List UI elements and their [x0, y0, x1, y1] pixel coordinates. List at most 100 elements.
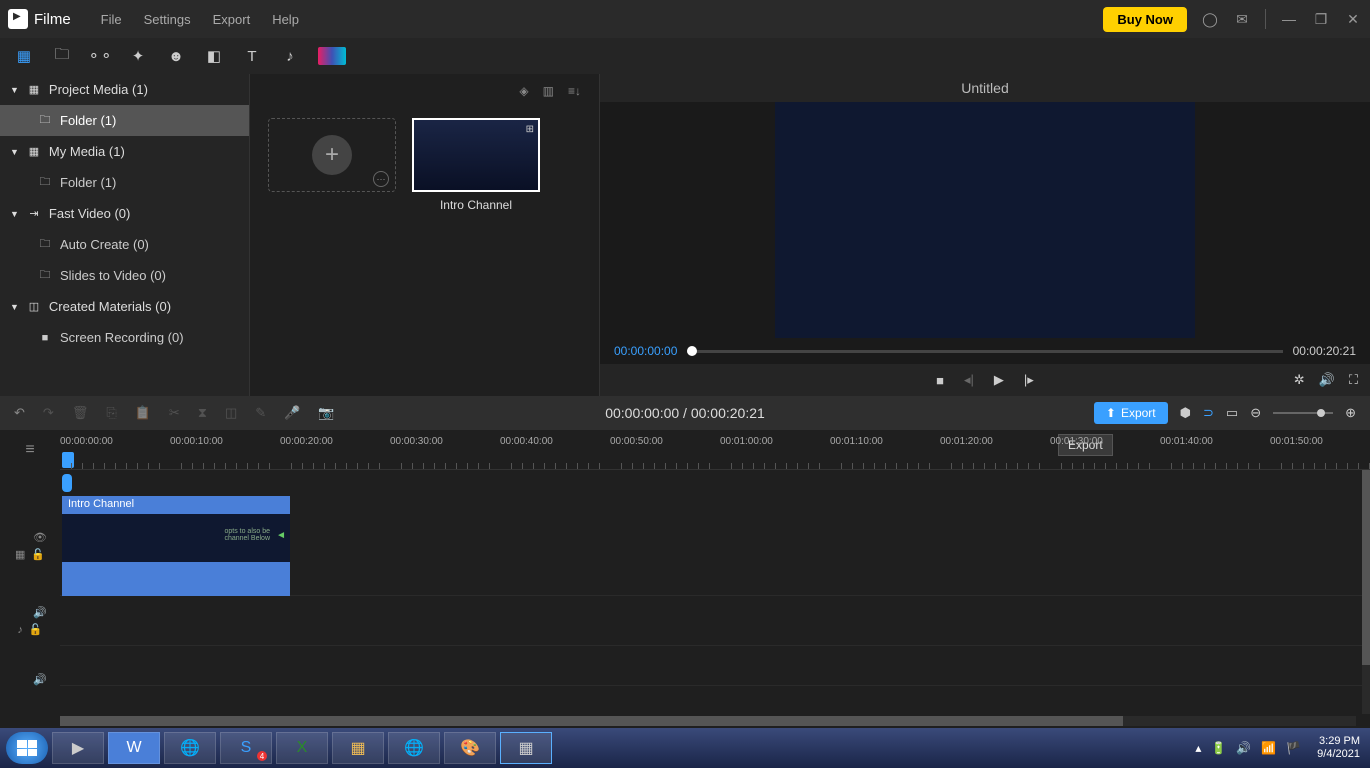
crop-icon[interactable]: ◫ [225, 405, 237, 421]
menu-file[interactable]: File [101, 12, 122, 27]
sidebar-group-my-media[interactable]: ▼▦My Media (1) [0, 136, 249, 167]
stop-icon[interactable]: ■ [936, 373, 944, 388]
task-filme[interactable]: ▦ [500, 732, 552, 764]
magnet-icon[interactable]: ⊃ [1203, 405, 1214, 421]
task-skype[interactable]: S4 [220, 732, 272, 764]
task-chrome2[interactable]: 🌐 [388, 732, 440, 764]
paste-icon[interactable]: 📋 [135, 405, 151, 421]
task-word[interactable]: W [108, 732, 160, 764]
ratio-icon[interactable]: ▭ [1226, 405, 1238, 421]
prev-frame-icon[interactable]: ◂| [964, 372, 974, 388]
webcam-icon[interactable]: 📷 [318, 405, 334, 421]
media-clip-tile[interactable]: ⊞ Intro Channel [412, 118, 540, 212]
lock-icon[interactable]: 🔓 [31, 548, 45, 561]
mic-icon[interactable]: 🎤 [284, 405, 300, 421]
zoom-out-icon[interactable]: ⊖ [1250, 405, 1261, 421]
edit-icon[interactable]: ✎ [255, 405, 266, 421]
speaker-icon[interactable]: 🔊 [33, 673, 47, 686]
audio-track-row-2[interactable] [60, 646, 1370, 686]
nodes-icon[interactable]: ⚬⚬ [90, 46, 110, 66]
copy-icon[interactable]: ⎘ [106, 405, 116, 421]
notification-icon[interactable]: ✉ [1233, 10, 1251, 28]
timeline-v-scrollbar[interactable] [1362, 470, 1370, 714]
timeline-body[interactable]: 00:00:00:0000:00:10:0000:00:20:0000:00:3… [60, 430, 1370, 728]
effects-icon[interactable]: ✦ [128, 46, 148, 66]
shield-icon[interactable]: ⬢ [1180, 405, 1191, 421]
preview-controls: ■ ◂| ▶ |▸ ✲ 🔊 ⛶ [600, 364, 1370, 396]
flag-icon[interactable]: 🏴 [1286, 741, 1301, 755]
sidebar-item-folder2[interactable]: 🗀Folder (1) [0, 167, 249, 198]
sidebar-item-folder[interactable]: 🗀Folder (1) [0, 105, 249, 136]
clip-thumbnail[interactable]: ⊞ [412, 118, 540, 192]
video-badge-icon: ⊞ [526, 124, 534, 135]
audio-icon[interactable]: ♪ [280, 46, 300, 66]
task-notes[interactable]: ▦ [332, 732, 384, 764]
task-excel[interactable]: X [276, 732, 328, 764]
video-track-row[interactable]: Intro Channel opts to also bechannel Bel… [60, 496, 1370, 596]
speaker-icon[interactable]: 🔊 [33, 606, 47, 619]
next-frame-icon[interactable]: |▸ [1024, 372, 1034, 388]
zoom-slider[interactable] [1273, 412, 1333, 414]
sidebar-item-auto-create[interactable]: 🗀Auto Create (0) [0, 229, 249, 260]
delete-icon[interactable]: 🗑 [72, 405, 89, 421]
maximize-icon[interactable]: ❐ [1312, 10, 1330, 28]
preview-frame[interactable] [775, 102, 1195, 338]
sidebar-group-project-media[interactable]: ▼▦Project Media (1) [0, 74, 249, 105]
zoom-in-icon[interactable]: ⊕ [1345, 405, 1356, 421]
overlay-icon[interactable]: ◧ [204, 46, 224, 66]
timeline-ruler[interactable]: 00:00:00:0000:00:10:0000:00:20:0000:00:3… [60, 430, 1370, 470]
scrub-handle[interactable] [687, 346, 697, 356]
tray-up-icon[interactable]: ▴ [1195, 741, 1201, 755]
hamburger-icon[interactable]: ≡ [0, 430, 60, 470]
minimize-icon[interactable]: — [1280, 10, 1298, 28]
layers-icon[interactable]: ◈ [519, 84, 528, 98]
sidebar-group-created-materials[interactable]: ▼◫Created Materials (0) [0, 291, 249, 322]
folder-icon[interactable]: 🗀 [52, 46, 72, 66]
playhead-marker[interactable] [62, 452, 74, 468]
scroll-thumb[interactable] [1362, 470, 1370, 665]
menu-export[interactable]: Export [213, 12, 251, 27]
scroll-thumb[interactable] [60, 716, 1123, 726]
grid-view-icon[interactable]: ▥ [543, 84, 554, 98]
undo-icon[interactable]: ↶ [14, 405, 25, 421]
eye-icon[interactable]: 👁 [33, 531, 47, 544]
color-gradient-icon[interactable] [318, 47, 346, 65]
task-media-player[interactable]: ▶ [52, 732, 104, 764]
audio-track-row[interactable] [60, 596, 1370, 646]
settings-icon[interactable]: ✲ [1294, 372, 1305, 388]
lock-icon[interactable]: 🔓 [29, 623, 43, 636]
text-icon[interactable]: T [242, 46, 262, 66]
task-chrome[interactable]: 🌐 [164, 732, 216, 764]
account-icon[interactable]: ◯ [1201, 10, 1219, 28]
clock[interactable]: 3:29 PM 9/4/2021 [1317, 735, 1360, 761]
volume-icon[interactable]: 🔊 [1319, 372, 1335, 388]
task-paint[interactable]: 🎨 [444, 732, 496, 764]
badge: 4 [257, 751, 267, 761]
timeline-clip[interactable]: Intro Channel opts to also bechannel Bel… [62, 496, 290, 596]
battery-icon[interactable]: 🔋 [1211, 741, 1226, 755]
play-icon[interactable]: ▶ [994, 372, 1004, 388]
menu-help[interactable]: Help [272, 12, 299, 27]
sidebar-item-slides-video[interactable]: 🗀Slides to Video (0) [0, 260, 249, 291]
buy-now-button[interactable]: Buy Now [1103, 7, 1187, 32]
sort-icon[interactable]: ≡↓ [568, 84, 581, 98]
export-button[interactable]: ⬆Export [1094, 402, 1168, 424]
scrub-track[interactable] [687, 350, 1282, 353]
add-media-tile[interactable]: + ⋯ [268, 118, 396, 192]
sidebar-item-screen-recording[interactable]: ■Screen Recording (0) [0, 322, 249, 353]
fullscreen-icon[interactable]: ⛶ [1349, 372, 1358, 388]
marker-icon[interactable] [62, 474, 72, 492]
more-icon[interactable]: ⋯ [373, 171, 389, 187]
media-tab-icon[interactable]: ▦ [14, 46, 34, 66]
close-icon[interactable]: ✕ [1344, 10, 1362, 28]
sidebar-group-fast-video[interactable]: ▼⇥Fast Video (0) [0, 198, 249, 229]
timeline-h-scrollbar[interactable] [60, 716, 1356, 726]
volume-icon[interactable]: 🔊 [1236, 741, 1251, 755]
emoji-icon[interactable]: ☻ [166, 46, 186, 66]
split-icon[interactable]: ⧗ [198, 405, 207, 421]
redo-icon[interactable]: ↷ [43, 405, 54, 421]
wifi-icon[interactable]: 📶 [1261, 741, 1276, 755]
start-button[interactable] [6, 732, 48, 764]
menu-settings[interactable]: Settings [144, 12, 191, 27]
cut-icon[interactable]: ✂ [169, 405, 180, 421]
